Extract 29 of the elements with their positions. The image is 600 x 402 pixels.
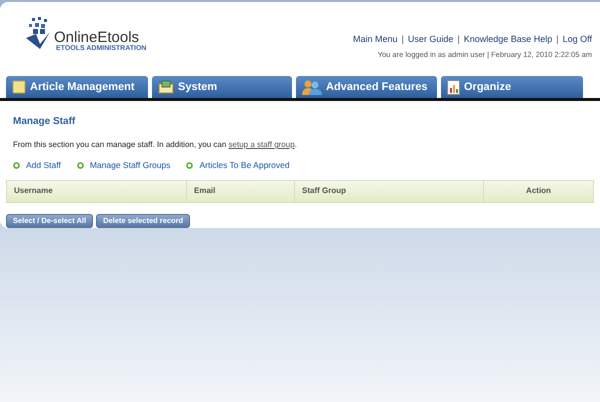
logo-icon xyxy=(24,16,52,50)
nav-tab[interactable]: System xyxy=(152,76,292,98)
nav-tab[interactable]: Organize xyxy=(441,76,583,98)
separator: | xyxy=(556,33,559,46)
bullet-icon xyxy=(186,162,194,169)
bullet-icon xyxy=(13,162,20,169)
action-link[interactable]: Articles To Be Approved xyxy=(186,159,290,172)
logo-name: OnlineEtools xyxy=(54,30,140,45)
column-header: Username xyxy=(13,185,54,198)
header-link[interactable]: User Guide xyxy=(408,33,454,46)
action-link[interactable]: Manage Staff Groups xyxy=(76,159,170,172)
envelope-icon xyxy=(158,80,174,94)
header-link[interactable]: Knowledge Base Help xyxy=(464,33,552,46)
nav-tab[interactable]: Advanced Features xyxy=(296,76,437,98)
staff-group-link[interactable]: setup a staff group xyxy=(228,140,295,149)
column-header: Action xyxy=(483,180,593,202)
column-header: Email xyxy=(186,180,294,202)
nav-tab[interactable]: Article Management xyxy=(6,76,148,98)
chart-icon xyxy=(447,80,460,94)
separator: | xyxy=(457,33,460,46)
bullet-icon xyxy=(76,162,84,169)
separator: | xyxy=(402,33,404,46)
intro-text: From this section you can manage staff. In addition, you can setup a staff group. xyxy=(12,139,298,151)
header-link[interactable]: Log Off xyxy=(562,33,592,46)
users-icon xyxy=(302,79,322,95)
page-heading: Manage Staff xyxy=(12,115,76,129)
column-header: Staff Group xyxy=(294,180,483,202)
action-link[interactable]: Add Staff xyxy=(13,159,61,172)
header-link[interactable]: Main Menu xyxy=(352,33,398,46)
